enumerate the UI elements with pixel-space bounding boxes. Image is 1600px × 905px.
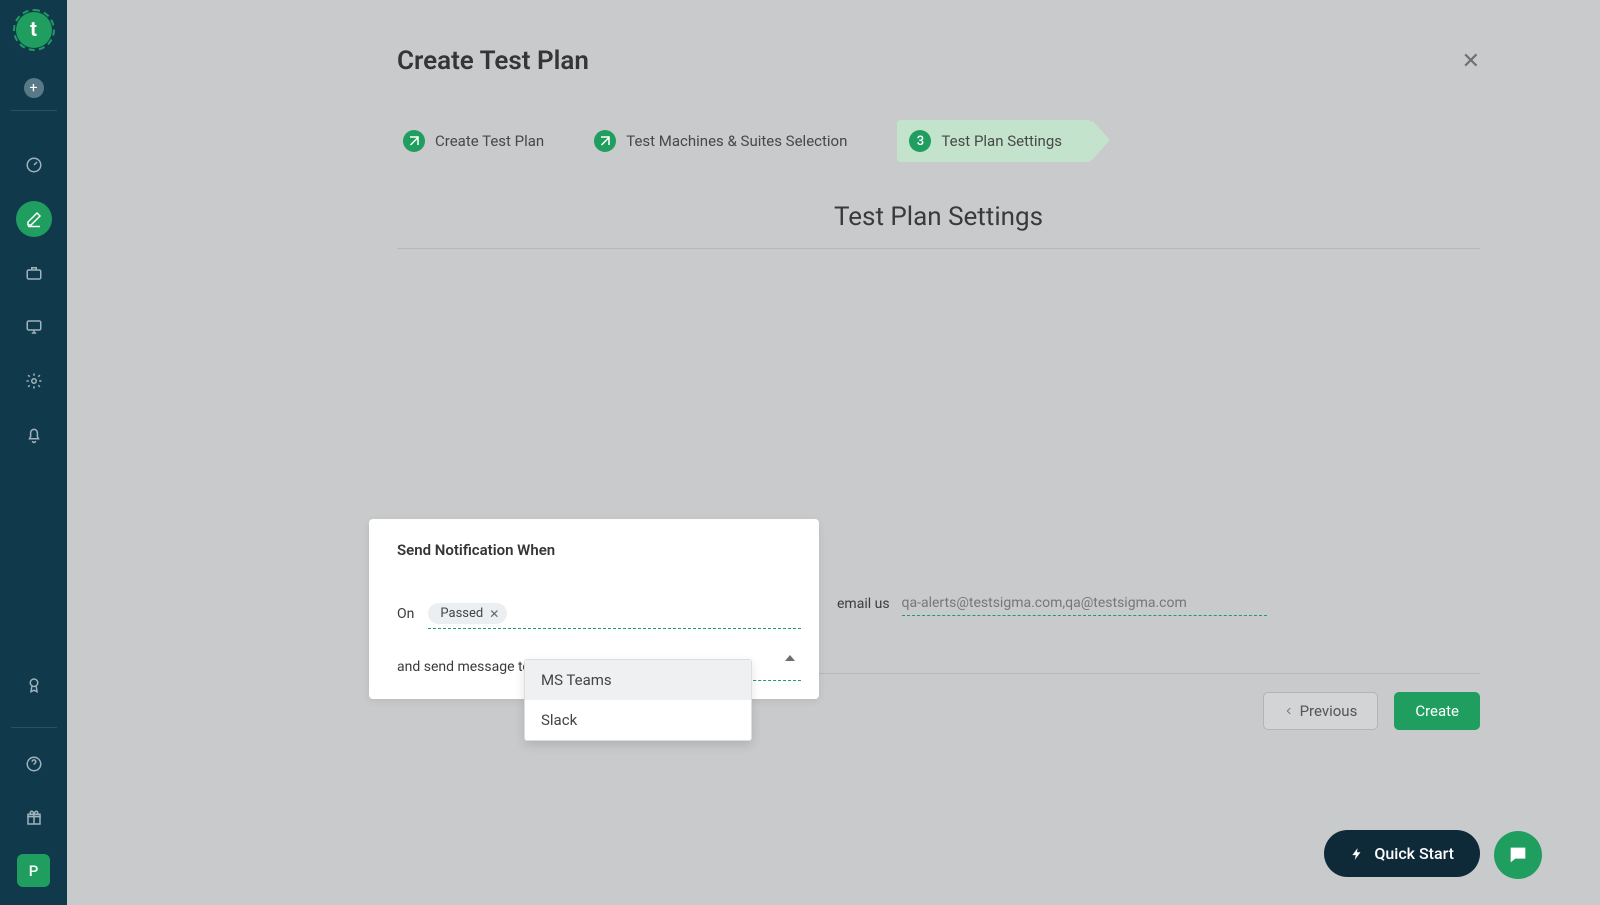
divider xyxy=(397,248,1480,249)
chip-passed: Passed ✕ xyxy=(428,603,507,624)
on-label: On xyxy=(397,606,414,622)
panel-area: Send Notification When On Passed ✕ and s… xyxy=(397,519,1480,730)
chevron-up-icon xyxy=(785,655,795,661)
check-icon xyxy=(594,130,616,152)
previous-button[interactable]: Previous xyxy=(1263,692,1379,730)
briefcase-icon[interactable] xyxy=(16,255,52,291)
page-header: Create Test Plan ✕ xyxy=(397,46,1480,76)
add-button[interactable]: + xyxy=(24,78,44,98)
step-2-label: Test Machines & Suites Selection xyxy=(626,132,847,150)
badge-icon[interactable] xyxy=(16,667,52,703)
message-target-dropdown: MS Teams Slack xyxy=(524,659,752,741)
page-title: Create Test Plan xyxy=(397,46,589,76)
dropdown-item-msteams[interactable]: MS Teams xyxy=(525,660,751,700)
step-3-label: Test Plan Settings xyxy=(941,132,1062,150)
chevron-left-icon xyxy=(1284,706,1294,716)
email-label: email us xyxy=(837,596,890,612)
sidebar: t + P xyxy=(0,0,67,905)
gear-icon[interactable] xyxy=(16,363,52,399)
email-input[interactable]: qa-alerts@testsigma.com,qa@testsigma.com xyxy=(902,591,1267,616)
step-3[interactable]: 3 Test Plan Settings xyxy=(897,120,1092,162)
email-row: email us qa-alerts@testsigma.com,qa@test… xyxy=(837,591,1267,616)
close-icon[interactable]: ✕ xyxy=(1462,49,1480,74)
chip-label: Passed xyxy=(440,606,483,621)
edit-icon[interactable] xyxy=(16,201,52,237)
bell-icon[interactable] xyxy=(16,417,52,453)
status-chip-input[interactable]: Passed ✕ xyxy=(428,599,801,629)
gift-icon[interactable] xyxy=(16,800,52,836)
quick-start-label: Quick Start xyxy=(1374,844,1454,863)
message-label: and send message to xyxy=(397,659,530,675)
create-label: Create xyxy=(1415,702,1459,720)
dashboard-icon[interactable] xyxy=(16,147,52,183)
chip-remove-icon[interactable]: ✕ xyxy=(489,607,499,621)
previous-label: Previous xyxy=(1300,702,1358,720)
lightning-icon xyxy=(1350,847,1364,861)
create-button[interactable]: Create xyxy=(1394,692,1480,730)
monitor-icon[interactable] xyxy=(16,309,52,345)
app-logo[interactable]: t xyxy=(16,12,52,48)
on-row: On Passed ✕ xyxy=(397,599,801,629)
chat-fab[interactable] xyxy=(1494,831,1542,879)
help-icon[interactable] xyxy=(16,746,52,782)
section-title: Test Plan Settings xyxy=(397,202,1480,232)
email-value: qa-alerts@testsigma.com,qa@testsigma.com xyxy=(902,595,1267,611)
quick-start-button[interactable]: Quick Start xyxy=(1324,830,1480,877)
step-1-label: Create Test Plan xyxy=(435,132,544,150)
logo-letter: t xyxy=(30,17,37,41)
step-2[interactable]: Test Machines & Suites Selection xyxy=(594,130,847,152)
sidebar-divider-bottom xyxy=(11,727,57,728)
wizard-steps: Create Test Plan Test Machines & Suites … xyxy=(397,120,1480,162)
chat-icon xyxy=(1507,844,1529,866)
step-3-number: 3 xyxy=(909,130,931,152)
avatar-letter: P xyxy=(29,862,39,880)
notification-panel: Send Notification When On Passed ✕ and s… xyxy=(369,519,819,699)
avatar[interactable]: P xyxy=(17,854,50,887)
step-1[interactable]: Create Test Plan xyxy=(403,130,544,152)
panel-label: Send Notification When xyxy=(397,541,801,559)
check-icon xyxy=(403,130,425,152)
sidebar-divider xyxy=(11,110,57,111)
dropdown-item-slack[interactable]: Slack xyxy=(525,700,751,740)
page: Create Test Plan ✕ Create Test Plan Test… xyxy=(67,0,1600,905)
